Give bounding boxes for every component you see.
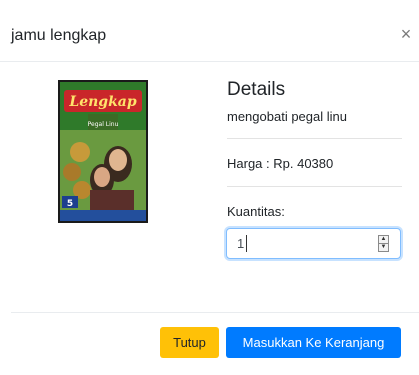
spin-down-icon[interactable]: ▼ bbox=[379, 244, 388, 251]
quantity-value: 1 bbox=[237, 236, 245, 251]
footer-divider bbox=[11, 312, 419, 313]
svg-text:5: 5 bbox=[67, 199, 73, 209]
product-package-image: Lengkap Pegal Linu 5 bbox=[60, 82, 146, 221]
price-label: Harga : Rp. 40380 bbox=[227, 156, 334, 171]
product-image: Lengkap Pegal Linu 5 bbox=[58, 80, 148, 223]
modal-title: jamu lengkap bbox=[11, 27, 107, 44]
package-brand-text: Lengkap bbox=[68, 94, 136, 110]
modal-header: jamu lengkap × bbox=[0, 0, 419, 62]
spin-up-icon[interactable]: ▲ bbox=[379, 236, 388, 244]
divider bbox=[227, 186, 402, 187]
close-icon[interactable]: × bbox=[398, 24, 414, 44]
quantity-spinner[interactable]: ▲ ▼ bbox=[378, 235, 389, 252]
product-modal: jamu lengkap × Lengkap Pegal Linu 5 Deta… bbox=[0, 0, 419, 375]
quantity-label: Kuantitas: bbox=[227, 204, 285, 219]
add-to-cart-button[interactable]: Masukkan Ke Keranjang bbox=[226, 327, 401, 358]
package-subtext: Pegal Linu bbox=[88, 121, 119, 128]
divider bbox=[227, 138, 402, 139]
text-caret bbox=[246, 235, 247, 252]
close-button[interactable]: Tutup bbox=[160, 327, 219, 358]
product-description: mengobati pegal linu bbox=[227, 109, 347, 124]
details-heading: Details bbox=[227, 79, 286, 100]
quantity-input[interactable]: 1 ▲ ▼ bbox=[226, 228, 401, 259]
